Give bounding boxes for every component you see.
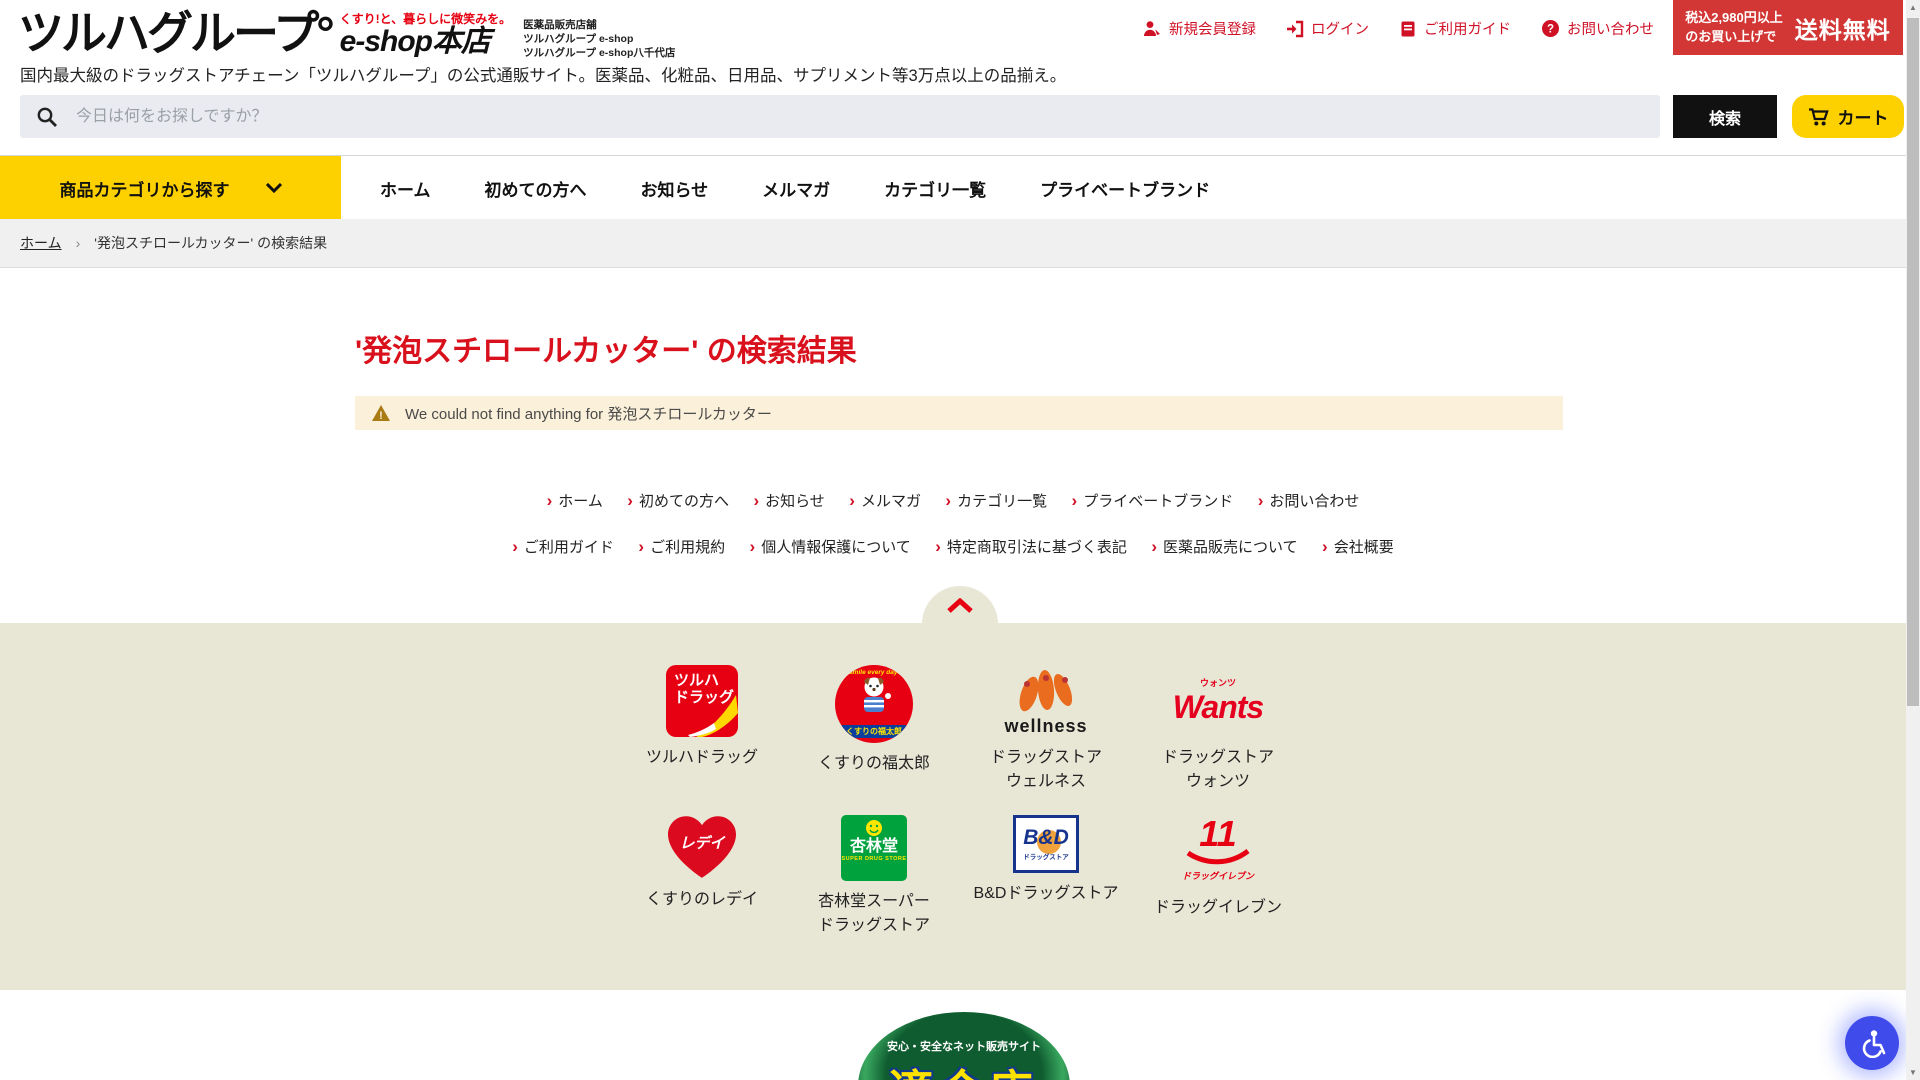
search-input[interactable] xyxy=(20,95,1660,138)
breadcrumb-home-link[interactable]: ホーム xyxy=(20,233,62,253)
cart-icon xyxy=(1808,107,1830,127)
link-chevron-icon: › xyxy=(1072,492,1078,509)
link-chevron-icon: › xyxy=(935,538,941,555)
shop-name: e-shop本店 xyxy=(340,27,512,57)
register-link[interactable]: 新規会員登録 xyxy=(1143,18,1256,39)
store-info: 医薬品販売店舗 ツルハグループ e-shop ツルハグループ e-shop八千代… xyxy=(523,18,675,61)
login-link[interactable]: ログイン xyxy=(1286,18,1369,39)
chevron-down-icon xyxy=(266,183,282,193)
svg-text:!: ! xyxy=(379,410,383,422)
drug-eleven-logo: 11 ドラッグイレブン xyxy=(1182,815,1254,887)
site-description: 国内最大級のドラッグストアチェーン「ツルハグループ」の公式通販サイト。医薬品、化… xyxy=(20,62,1066,86)
link-chevron-icon: › xyxy=(627,492,633,509)
footer-links-row2: ›ご利用ガイド ›ご利用規約 ›個人情報保護について ›特定商取引法に基づく表記… xyxy=(0,536,1906,557)
wellness-logo: wellness xyxy=(1004,665,1087,737)
fukutaro-dog-illustration xyxy=(852,676,896,714)
no-results-warning: ! We could not find anything for 発泡スチロール… xyxy=(355,396,1563,430)
footer-link-category-list[interactable]: ›カテゴリ一覧 xyxy=(945,490,1047,511)
cart-button[interactable]: カート xyxy=(1792,95,1904,138)
nav-item-private-brand[interactable]: プライベートブランド xyxy=(1040,176,1210,201)
brand-drug-eleven[interactable]: 11 ドラッグイレブン ドラッグイレブン xyxy=(1132,815,1304,938)
link-chevron-icon: › xyxy=(945,492,951,509)
scrollbar-up-arrow[interactable]: ▲ xyxy=(1906,3,1920,12)
guide-link[interactable]: ご利用ガイド xyxy=(1399,18,1511,39)
redei-heart-logo: レデイ xyxy=(668,815,736,879)
smiley-icon xyxy=(865,819,883,837)
footer-link-first-time[interactable]: ›初めての方へ xyxy=(627,490,729,511)
contact-link[interactable]: ? お問い合わせ xyxy=(1541,18,1654,39)
link-chevron-icon: › xyxy=(750,538,756,555)
link-chevron-icon: › xyxy=(547,492,553,509)
footer-link-pharma-sales[interactable]: ›医薬品販売について xyxy=(1151,536,1297,557)
guide-book-icon xyxy=(1399,20,1417,38)
nav-item-mailmag[interactable]: メルマガ xyxy=(762,176,830,201)
kyorindo-logo: 杏林堂 SUPER DRUG STORE xyxy=(841,815,907,881)
footer-link-privacy[interactable]: ›個人情報保護について xyxy=(750,536,911,557)
site-logo[interactable]: ツルハグループ° くすり!と、暮らしに微笑みを。 e-shop本店 医薬品販売店… xyxy=(18,10,675,61)
nav-item-home[interactable]: ホーム xyxy=(380,176,431,201)
certified-shop-badge: 安心・安全なネット販売サイト 適合店 xyxy=(858,1012,1070,1080)
nav-item-news[interactable]: お知らせ xyxy=(641,176,709,201)
link-chevron-icon: › xyxy=(512,538,518,555)
brand-bd[interactable]: B&D ドラッグストア B&Dドラッグストア xyxy=(960,815,1132,938)
main-navigation: 商品カテゴリから探す ホーム 初めての方へ お知らせ メルマガ カテゴリ一覧 プ… xyxy=(0,155,1906,219)
brand-wellness[interactable]: wellness ドラッグストア ウェルネス xyxy=(960,665,1132,794)
footer-links-row1: ›ホーム ›初めての方へ ›お知らせ ›メルマガ ›カテゴリ一覧 ›プライベート… xyxy=(0,490,1906,511)
link-chevron-icon: › xyxy=(753,492,759,509)
person-add-icon xyxy=(1143,20,1162,38)
brand-tsuruha-drug[interactable]: ツルハ ドラッグ ツルハドラッグ xyxy=(616,665,788,794)
accessibility-button[interactable] xyxy=(1845,1016,1899,1070)
brand-logo-text: ツルハグループ° xyxy=(18,10,332,56)
brand-redei[interactable]: レデイ くすりのレデイ xyxy=(616,815,788,938)
search-button[interactable]: 検索 xyxy=(1673,95,1777,138)
link-chevron-icon: › xyxy=(1151,538,1157,555)
accessibility-wheelchair-icon xyxy=(1857,1028,1887,1058)
category-dropdown-button[interactable]: 商品カテゴリから探す xyxy=(0,156,341,220)
page-scrollbar[interactable]: ▲ ▼ xyxy=(1906,0,1920,1080)
brand-kyorindo[interactable]: 杏林堂 SUPER DRUG STORE 杏林堂スーパー ドラッグストア xyxy=(788,815,960,938)
bd-logo: B&D ドラッグストア xyxy=(1013,815,1079,873)
brand-wants[interactable]: ウォンツ Wants ドラッグストア ウォンツ xyxy=(1132,665,1304,794)
free-shipping-banner: 税込2,980円以上 のお買い上げで 送料無料 xyxy=(1673,0,1903,55)
header-utility-links: 新規会員登録 ログイン ご利用ガイド ? お問い合わせ xyxy=(1143,18,1654,39)
footer-link-commerce-law[interactable]: ›特定商取引法に基づく表記 xyxy=(935,536,1127,557)
question-circle-icon: ? xyxy=(1541,19,1560,38)
footer-link-private-brand[interactable]: ›プライベートブランド xyxy=(1072,490,1234,511)
footer-link-terms[interactable]: ›ご利用規約 xyxy=(638,536,725,557)
wants-logo: ウォンツ Wants xyxy=(1173,665,1263,737)
footer-link-contact[interactable]: ›お問い合わせ xyxy=(1258,490,1360,511)
page-title: '発泡スチロールカッター' の検索結果 xyxy=(355,326,857,370)
svg-text:?: ? xyxy=(1547,24,1554,36)
scrollbar-down-arrow[interactable]: ▼ xyxy=(1906,1068,1920,1077)
footer-link-guide[interactable]: ›ご利用ガイド xyxy=(512,536,614,557)
nav-item-category-list[interactable]: カテゴリ一覧 xyxy=(884,176,986,201)
scrollbar-thumb[interactable] xyxy=(1907,18,1919,706)
login-icon xyxy=(1286,20,1304,38)
breadcrumb-separator: › xyxy=(76,235,81,251)
breadcrumb-current: '発泡スチロールカッター' の検索結果 xyxy=(94,233,327,253)
link-chevron-icon: › xyxy=(849,492,855,509)
footer-link-mailmag[interactable]: ›メルマガ xyxy=(849,490,921,511)
breadcrumb: ホーム › '発泡スチロールカッター' の検索結果 xyxy=(0,219,1906,268)
footer-link-news[interactable]: ›お知らせ xyxy=(753,490,824,511)
link-chevron-icon: › xyxy=(638,538,644,555)
chevron-up-icon xyxy=(946,598,974,613)
free-shipping-highlight: 送料無料 xyxy=(1795,11,1891,45)
link-chevron-icon: › xyxy=(1258,492,1264,509)
group-brands-footer: ツルハ ドラッグ ツルハドラッグ Smile every day! xyxy=(0,623,1920,990)
footer-link-company[interactable]: ›会社概要 xyxy=(1322,536,1394,557)
search-icon xyxy=(36,106,58,128)
warning-triangle-icon: ! xyxy=(371,404,391,422)
link-chevron-icon: › xyxy=(1322,538,1328,555)
warning-message: We could not find anything for 発泡スチロールカッ… xyxy=(405,403,772,424)
nav-item-first-time[interactable]: 初めての方へ xyxy=(485,176,587,201)
footer-link-home[interactable]: ›ホーム xyxy=(547,490,603,511)
fukutaro-logo: Smile every day! くすりの福太郎 xyxy=(835,665,913,743)
brand-fukutaro[interactable]: Smile every day! くすりの福太郎 くすりの福太郎 xyxy=(788,665,960,794)
tsuruha-drug-logo: ツルハ ドラッグ xyxy=(666,665,738,737)
